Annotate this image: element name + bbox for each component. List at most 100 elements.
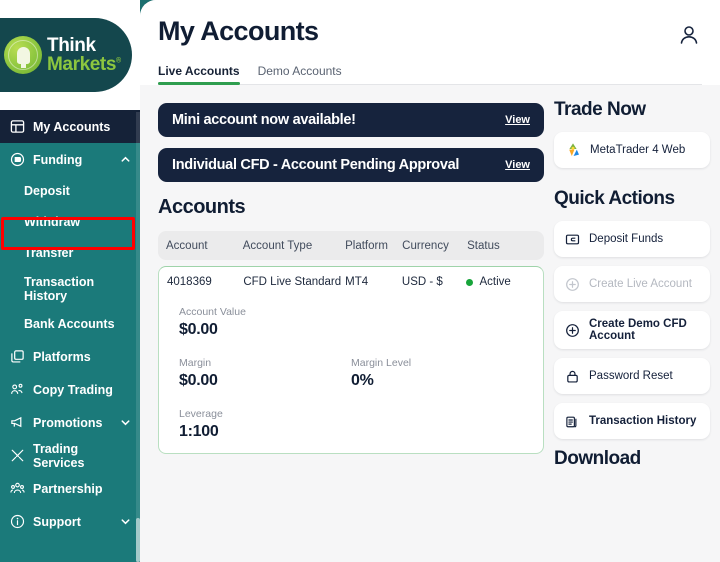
stat-label: Account Value: [179, 306, 246, 318]
download-title: Download: [554, 448, 641, 469]
cell-account-type: CFD Live Standard: [243, 276, 342, 288]
status-dot-icon: [466, 278, 474, 286]
logo-plate: Think Markets®: [0, 18, 132, 92]
accounts-table-header: Account Account Type Platform Currency S…: [158, 231, 544, 260]
create-demo-cfd-account-button[interactable]: Create Demo CFD Account: [554, 311, 710, 349]
accounts-section-title: Accounts: [158, 196, 246, 218]
trade-now-title: Trade Now: [554, 99, 646, 120]
stat-label: Margin Level: [351, 357, 412, 369]
main-content: My Accounts Live Accounts Demo Accounts …: [140, 0, 720, 562]
button-label: Create Live Account: [589, 278, 692, 290]
account-stats: Account Value $0.00 Margin $0.00 Margin …: [167, 288, 535, 441]
page-title: My Accounts: [158, 16, 319, 46]
logo-think-text: Think: [47, 35, 96, 56]
column-header-account-type: Account Type: [242, 239, 313, 252]
sidebar-item-label: Partnership: [33, 481, 103, 496]
column-header-currency: Currency: [402, 239, 449, 252]
sidebar-subitem-bank-accounts[interactable]: Bank Accounts: [0, 309, 140, 340]
content-columns: Mini account now available! View Individ…: [140, 85, 720, 481]
button-label: Deposit Funds: [589, 233, 664, 245]
sidebar-subitem-label: Bank Accounts: [24, 317, 115, 332]
sidebar-subitem-label: Withdraw: [24, 215, 81, 230]
accounts-column: Mini account now available! View Individ…: [140, 85, 544, 481]
column-header-account: Account: [166, 239, 208, 252]
brand-logo[interactable]: Think Markets®: [0, 0, 140, 110]
sidebar: Think Markets® My Accounts Funding Depos…: [0, 0, 140, 562]
stat-value: $0.00: [179, 372, 218, 389]
button-label: Password Reset: [589, 370, 673, 382]
banner-text: Mini account now available!: [172, 112, 356, 128]
copy-trading-icon: [9, 381, 26, 398]
chevron-down-icon[interactable]: [119, 417, 131, 429]
banner-mini-account[interactable]: Mini account now available! View: [158, 103, 544, 137]
sidebar-item-promotions[interactable]: Promotions: [0, 406, 140, 439]
lock-icon: [565, 369, 580, 384]
button-label: MetaTrader 4 Web: [590, 144, 686, 156]
column-header-platform: Platform: [345, 239, 388, 252]
deposit-funds-button[interactable]: Deposit Funds: [554, 221, 710, 257]
chevron-down-icon[interactable]: [119, 516, 131, 528]
logo-wordmark: Think Markets®: [47, 36, 121, 74]
sidebar-subitem-transaction-history[interactable]: Transaction History: [0, 269, 140, 309]
tab-live-accounts[interactable]: Live Accounts: [158, 64, 240, 85]
stat-leverage: Leverage 1:100: [179, 408, 351, 441]
sidebar-item-funding[interactable]: Funding: [0, 143, 140, 176]
sidebar-item-label: Promotions: [33, 415, 103, 430]
logo-markets-text: Markets®: [47, 54, 121, 75]
sidebar-subitem-label: Deposit: [24, 184, 70, 199]
sidebar-subitem-label: Transaction History: [24, 274, 95, 303]
stat-account-value: Account Value $0.00: [179, 306, 351, 339]
plus-circle-icon: [565, 323, 580, 338]
info-icon: [9, 513, 26, 530]
app-root: Think Markets® My Accounts Funding Depos…: [0, 0, 720, 562]
grid-dashboard-icon: [9, 118, 26, 135]
metatrader4-logo-icon: [565, 142, 581, 158]
status-badge: Active: [466, 276, 535, 288]
stat-label: Leverage: [179, 408, 223, 420]
banner-view-link[interactable]: View: [505, 159, 530, 171]
sidebar-item-trading-services[interactable]: Trading Services: [0, 439, 140, 472]
banner-view-link[interactable]: View: [505, 114, 530, 126]
button-label: Create Demo CFD Account: [589, 318, 687, 342]
cell-currency: USD - $: [401, 276, 443, 288]
sidebar-item-copy-trading[interactable]: Copy Trading: [0, 373, 140, 406]
wallet-icon: [9, 151, 26, 168]
sidebar-item-label: Trading Services: [33, 441, 85, 470]
person-icon[interactable]: [676, 22, 702, 48]
stat-value: 1:100: [179, 423, 219, 440]
sidebar-subitem-transfer[interactable]: Transfer: [0, 238, 140, 269]
password-reset-button[interactable]: Password Reset: [554, 358, 710, 394]
metatrader4-web-button[interactable]: MetaTrader 4 Web: [554, 132, 710, 168]
tab-demo-accounts[interactable]: Demo Accounts: [258, 64, 342, 84]
sidebar-nav: My Accounts Funding Deposit Withdraw Tra…: [0, 110, 140, 542]
sidebar-subitem-deposit[interactable]: Deposit: [0, 176, 140, 207]
chevron-up-icon[interactable]: [119, 154, 131, 166]
cell-account: 4018369: [167, 276, 212, 288]
sidebar-item-label: My Accounts: [33, 119, 111, 134]
documents-icon: [565, 414, 580, 429]
account-card[interactable]: 4018369 CFD Live Standard MT4 USD - $ Ac…: [158, 266, 544, 454]
sidebar-item-platforms[interactable]: Platforms: [0, 340, 140, 373]
sidebar-item-my-accounts[interactable]: My Accounts: [0, 110, 140, 143]
button-label: Transaction History: [589, 415, 697, 427]
cell-platform: MT4: [345, 276, 369, 288]
stat-label: Margin: [179, 357, 212, 369]
megaphone-icon: [9, 414, 26, 431]
sidebar-subitem-withdraw[interactable]: Withdraw: [0, 207, 140, 238]
sidebar-item-label: Support: [33, 514, 81, 529]
plus-circle-icon: [565, 277, 580, 292]
stat-value: $0.00: [179, 321, 218, 338]
transaction-history-button[interactable]: Transaction History: [554, 403, 710, 439]
create-live-account-button: Create Live Account: [554, 266, 710, 302]
partnership-icon: [9, 480, 26, 497]
tools-icon: [9, 447, 26, 464]
sidebar-item-partnership[interactable]: Partnership: [0, 472, 140, 505]
deposit-card-icon: [565, 232, 580, 247]
banner-cfd-pending-approval[interactable]: Individual CFD - Account Pending Approva…: [158, 148, 544, 182]
stat-margin: Margin $0.00: [179, 357, 351, 390]
sidebar-item-label: Copy Trading: [33, 382, 113, 397]
banner-text: Individual CFD - Account Pending Approva…: [172, 157, 460, 173]
quick-panel-column: Trade Now MetaTrader 4 Web Quick Actions: [544, 85, 710, 481]
sidebar-item-support[interactable]: Support: [0, 505, 140, 538]
cell-status: Active: [479, 276, 511, 288]
